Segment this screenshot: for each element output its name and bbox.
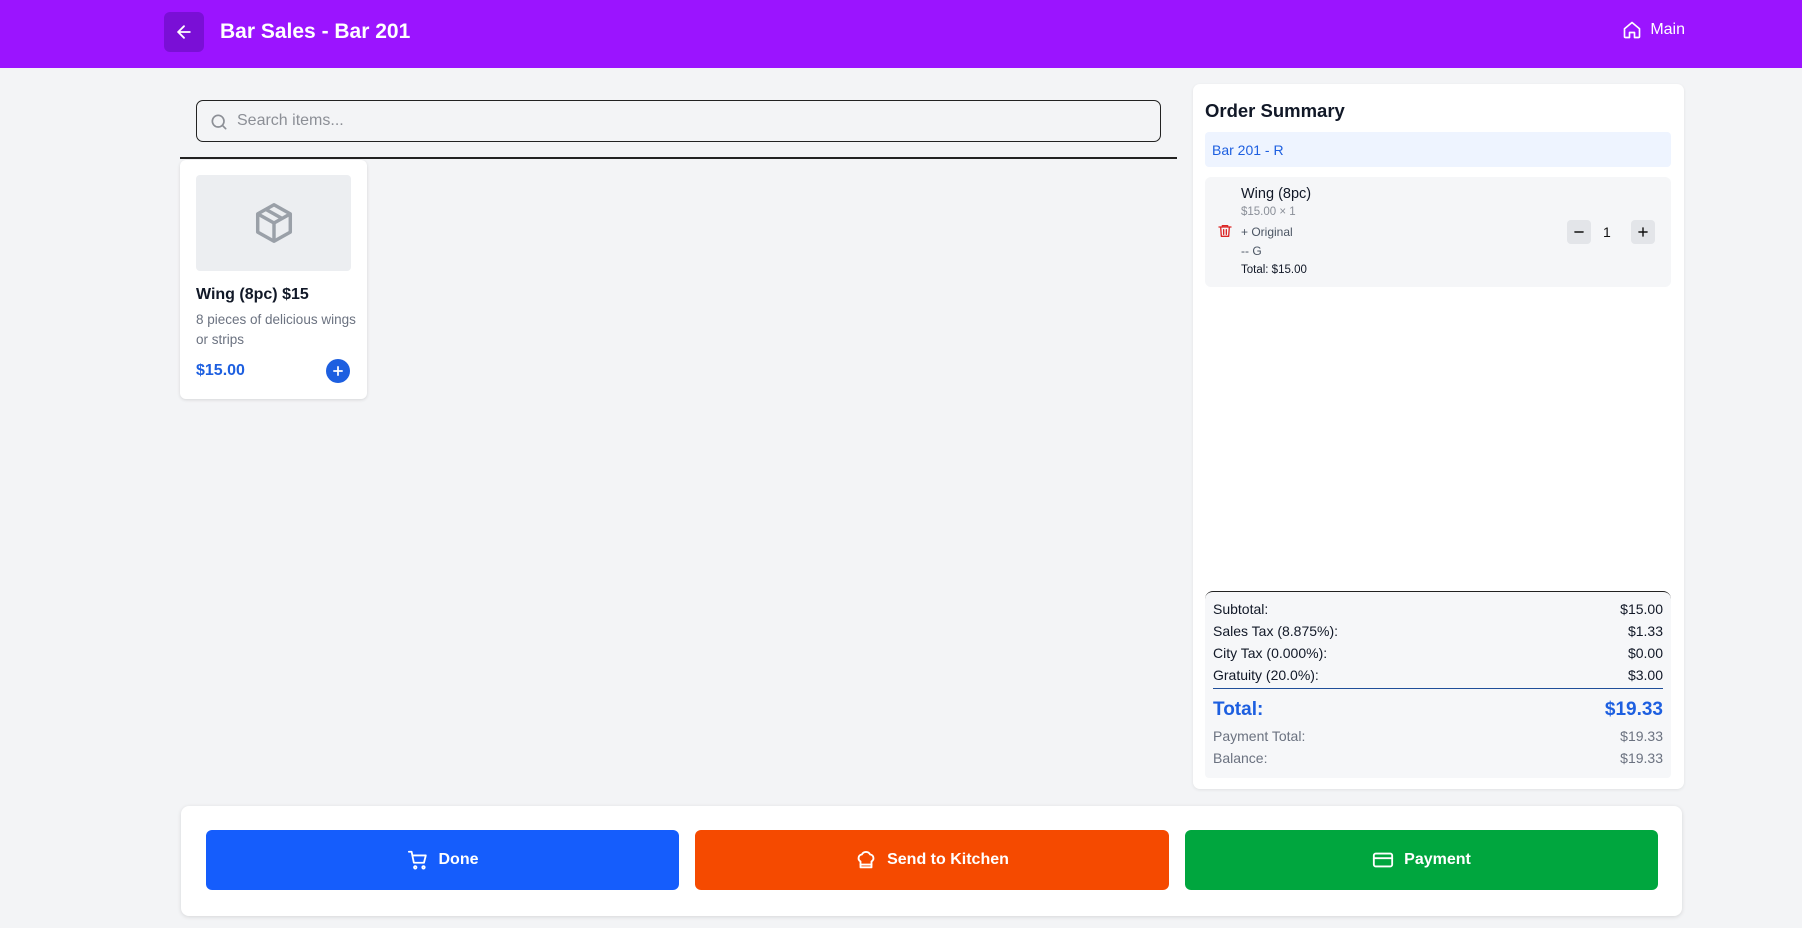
product-image-placeholder [196, 175, 351, 271]
send-to-kitchen-button[interactable]: Send to Kitchen [695, 830, 1169, 890]
main-nav-link[interactable]: Main [1622, 20, 1685, 40]
page-title: Bar Sales - Bar 201 [220, 20, 411, 43]
order-item-modifier: -- G [1241, 244, 1262, 258]
order-item-name: Wing (8pc) [1241, 186, 1312, 202]
subtotal-label: Subtotal: [1213, 601, 1269, 617]
plus-icon [1638, 227, 1648, 237]
increase-quantity-button[interactable] [1631, 220, 1655, 244]
done-button[interactable]: Done [206, 830, 679, 890]
product-name: Wing (8pc) $15 [196, 286, 309, 303]
table-label: Bar 201 - R [1205, 132, 1671, 167]
balance-value: $19.33 [1620, 750, 1663, 766]
total-value: $19.33 [1604, 699, 1663, 720]
subtotal-row: Subtotal: $15.00 [1213, 601, 1663, 617]
gratuity-row: Gratuity (20.0%): $3.00 [1213, 667, 1663, 683]
payment-label: Payment [1404, 851, 1471, 868]
totals-section: Subtotal: $15.00 Sales Tax (8.875%): $1.… [1205, 591, 1671, 778]
plus-icon [333, 366, 343, 376]
credit-card-icon [1373, 852, 1394, 868]
action-bar: Done Send to Kitchen Payment [181, 806, 1682, 916]
payment-total-row: Payment Total: $19.33 [1213, 728, 1663, 744]
order-summary-title: Order Summary [1205, 100, 1345, 121]
arrow-left-icon [177, 25, 191, 39]
gratuity-value: $3.00 [1627, 667, 1663, 683]
back-button[interactable] [164, 12, 204, 52]
total-label: Total: [1213, 699, 1264, 720]
order-line-item: Wing (8pc) $15.00 × 1 + Original -- G To… [1205, 177, 1671, 287]
payment-button[interactable]: Payment [1185, 830, 1658, 890]
done-label: Done [438, 851, 479, 868]
order-item-price-qty: $15.00 × 1 [1241, 206, 1296, 218]
home-icon [1623, 21, 1641, 39]
sales-tax-row: Sales Tax (8.875%): $1.33 [1213, 623, 1663, 639]
city-tax-value: $0.00 [1627, 645, 1663, 661]
top-bar: Bar Sales - Bar 201 Main [0, 0, 1802, 68]
order-item-total: Total: $15.00 [1241, 264, 1307, 276]
total-row: Total: $19.33 [1213, 699, 1663, 721]
sales-tax-value: $1.33 [1627, 623, 1663, 639]
balance-row: Balance: $19.33 [1213, 750, 1663, 766]
payment-total-label: Payment Total: [1213, 728, 1306, 744]
package-icon [255, 203, 292, 243]
subtotal-value: $15.00 [1620, 601, 1663, 617]
decrease-quantity-button[interactable] [1567, 220, 1591, 244]
search-input[interactable] [237, 101, 1147, 140]
product-card[interactable]: Wing (8pc) $15 8 pieces of delicious win… [180, 160, 367, 399]
product-price: $15.00 [196, 362, 245, 379]
trash-icon[interactable] [1217, 223, 1233, 239]
city-tax-label: City Tax (0.000%): [1213, 645, 1328, 661]
gratuity-label: Gratuity (20.0%): [1213, 667, 1319, 683]
totals-divider [1213, 688, 1663, 689]
send-to-kitchen-label: Send to Kitchen [887, 851, 1009, 868]
payment-total-value: $19.33 [1620, 728, 1663, 744]
city-tax-row: City Tax (0.000%): $0.00 [1213, 645, 1663, 661]
balance-label: Balance: [1213, 750, 1268, 766]
order-summary-panel: Order Summary Bar 201 - R Wing (8pc) $15… [1193, 84, 1684, 789]
search-box [196, 100, 1161, 142]
minus-icon [1574, 231, 1584, 233]
chef-hat-icon [857, 851, 875, 869]
order-item-modifier: + Original [1241, 225, 1293, 239]
cart-icon [407, 850, 427, 870]
main-nav-label: Main [1650, 21, 1685, 38]
sales-tax-label: Sales Tax (8.875%): [1213, 623, 1339, 639]
category-divider [180, 157, 1177, 159]
quantity-value: 1 [1603, 224, 1611, 240]
search-icon [211, 114, 227, 130]
product-description: 8 pieces of delicious wings or strips [196, 312, 356, 347]
add-to-order-button[interactable] [326, 359, 350, 383]
